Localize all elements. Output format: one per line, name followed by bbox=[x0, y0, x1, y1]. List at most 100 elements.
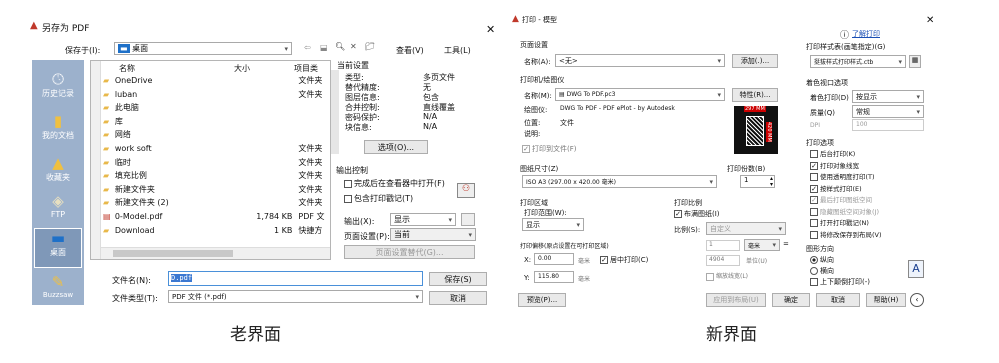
checkbox[interactable]: ✓ bbox=[522, 145, 530, 153]
places-item-documents[interactable]: ▮ 我的文档 bbox=[32, 112, 84, 141]
scale-lineweight-checkbox[interactable]: 缩放线宽(L) bbox=[706, 271, 748, 281]
plot-option-checkbox[interactable]: ✓ 打印对象线宽 bbox=[810, 160, 859, 170]
tools-menu[interactable]: 工具(L) bbox=[444, 45, 471, 56]
checkbox[interactable]: ✓ bbox=[810, 161, 818, 170]
style-table-select[interactable]: 挺拔样式打印样式.ctb ▾ bbox=[810, 55, 906, 68]
radio[interactable] bbox=[810, 267, 818, 275]
plot-option-checkbox[interactable]: ✓ 最后打印图纸空间 bbox=[810, 194, 872, 204]
output-select[interactable]: 显示 ▾ bbox=[390, 213, 456, 226]
dpi-input[interactable]: 100 bbox=[852, 119, 924, 131]
page-setup-override-button[interactable]: 页面设置替代(G)... bbox=[344, 245, 475, 259]
save-button[interactable]: 保存(S) bbox=[429, 272, 487, 286]
y-offset-input[interactable]: 115.80 bbox=[534, 271, 574, 283]
fit-paper-checkbox[interactable]: ✓ 布满图纸(I) bbox=[674, 209, 720, 219]
file-list-scrollbar-bottom[interactable] bbox=[101, 247, 330, 259]
portrait-radio[interactable]: 纵向 bbox=[810, 255, 834, 265]
table-row[interactable]: ▰ 新建文件夹 文件夹 bbox=[103, 183, 330, 196]
places-item-favorites[interactable]: ▲ 收藏夹 bbox=[32, 154, 84, 183]
options-button[interactable]: 选项(O)... bbox=[364, 140, 428, 154]
table-row[interactable]: ▰ Download 1 KB 快捷方 bbox=[103, 224, 330, 237]
places-item-history[interactable]: 🕓︎ 历史记录 bbox=[32, 70, 84, 99]
checkbox[interactable] bbox=[810, 207, 818, 216]
filename-input[interactable]: D.pdf bbox=[168, 271, 423, 286]
back-icon[interactable]: ⇦ bbox=[304, 43, 311, 52]
plot-option-checkbox[interactable]: 打开打印戳记(N) bbox=[810, 217, 869, 227]
filetype-select[interactable]: PDF 文件 (*.pdf) ▾ bbox=[168, 290, 423, 303]
table-row[interactable]: ▰ 填充比例 文件夹 bbox=[103, 169, 330, 182]
col-header-type[interactable]: 项目类 bbox=[294, 63, 318, 74]
new-folder-icon[interactable]: 📁︎ bbox=[365, 42, 375, 51]
checkbox[interactable] bbox=[810, 219, 818, 227]
close-icon[interactable]: ✕ bbox=[926, 15, 934, 26]
unit1-input[interactable]: 1 bbox=[706, 240, 740, 251]
up-folder-icon[interactable]: ⬓ bbox=[320, 43, 328, 52]
table-row[interactable]: ▰ 库 bbox=[103, 115, 330, 128]
collapse-icon[interactable]: ‹ bbox=[910, 293, 924, 307]
quality-select[interactable]: 常规 ▾ bbox=[852, 105, 924, 118]
search-web-icon[interactable]: 🔍︎ bbox=[335, 42, 345, 51]
checkbox[interactable] bbox=[344, 194, 352, 203]
unit2-input[interactable]: 4904 bbox=[706, 255, 740, 266]
plot-range-select[interactable]: 显示 ▾ bbox=[522, 218, 584, 231]
plot-option-checkbox[interactable]: 后台打印(K) bbox=[810, 148, 855, 158]
output-extra-button[interactable] bbox=[461, 213, 475, 226]
scrollbar-thumb[interactable] bbox=[113, 250, 233, 257]
table-row[interactable]: ▰ 新建文件夹 (2) 文件夹 bbox=[103, 196, 330, 209]
cancel-button[interactable]: 取消 bbox=[429, 291, 487, 305]
close-icon[interactable]: ✕ bbox=[486, 23, 495, 36]
printer-name-select[interactable]: ▤ DWG To PDF.pc3 ▾ bbox=[555, 88, 725, 101]
table-row[interactable]: ▤ 0-Model.pdf 1,784 KB PDF 文 bbox=[103, 210, 330, 223]
places-item-buzzsaw[interactable]: ✎ Buzzsaw bbox=[32, 273, 84, 299]
table-row[interactable]: ▰ 临时 文件夹 bbox=[103, 156, 330, 169]
plot-option-checkbox[interactable]: 将修改保存到布局(V) bbox=[810, 229, 882, 239]
table-row[interactable]: ▰ OneDrive 文件夹 bbox=[103, 74, 330, 87]
shade-plot-select[interactable]: 按显示 ▾ bbox=[852, 90, 924, 103]
stepper-arrows-icon[interactable]: ▴ ▾ bbox=[770, 176, 773, 188]
help-button[interactable]: 帮助(H) bbox=[866, 293, 906, 307]
plot-option-checkbox[interactable]: ✓ 按样式打印(E) bbox=[810, 183, 862, 193]
places-item-ftp[interactable]: ◈ FTP bbox=[32, 192, 84, 219]
checkbox[interactable]: ✓ bbox=[600, 256, 608, 264]
checkbox[interactable] bbox=[810, 150, 818, 158]
properties-button[interactable]: 特性(R)... bbox=[732, 88, 778, 102]
cancel-button[interactable]: 取消 bbox=[816, 293, 860, 307]
radio[interactable] bbox=[810, 256, 818, 264]
copies-stepper[interactable]: 1 ▴ ▾ bbox=[740, 175, 775, 188]
delete-icon[interactable]: ✕ bbox=[350, 42, 357, 51]
edit-style-table-button[interactable]: ▦ bbox=[909, 55, 921, 68]
checkbox[interactable]: ✓ bbox=[810, 184, 818, 193]
x-offset-input[interactable]: 0.00 bbox=[534, 253, 574, 265]
plot-option-checkbox[interactable]: 使用透明度打印(T) bbox=[810, 171, 875, 181]
checkbox[interactable] bbox=[810, 230, 818, 239]
unit-select[interactable]: 毫米 ▾ bbox=[744, 239, 780, 251]
page-setup-select[interactable]: 当前 ▾ bbox=[390, 228, 476, 241]
table-row[interactable]: ▰ luban 文件夹 bbox=[103, 88, 330, 101]
plot-option-checkbox[interactable]: 隐藏图纸空间对象(J) bbox=[810, 206, 879, 216]
apply-to-layout-button[interactable]: 应用到布局(U) bbox=[706, 293, 766, 307]
include-stamp-checkbox[interactable]: 包含打印戳记(T) bbox=[344, 193, 413, 204]
table-row[interactable]: ▰ 此电脑 bbox=[103, 101, 330, 114]
upside-down-checkbox[interactable]: 上下颠倒打印(-) bbox=[810, 277, 870, 287]
scale-select[interactable]: 自定义 ▾ bbox=[706, 222, 786, 235]
checkbox[interactable]: ✓ bbox=[674, 210, 682, 218]
file-list[interactable]: 名称 大小 项目类 ▰ OneDrive 文件夹 ▰ luban 文件夹 ▰ 此电脑 ▰ 库 ▰ 网络… bbox=[90, 60, 331, 260]
col-header-name[interactable]: 名称 bbox=[119, 63, 135, 74]
checkbox[interactable] bbox=[706, 272, 714, 281]
checkbox[interactable] bbox=[810, 173, 818, 181]
page-setup-name-select[interactable]: <无> ▾ bbox=[555, 54, 725, 67]
settings-scrollbar[interactable] bbox=[331, 70, 339, 154]
view-menu[interactable]: 查看(V) bbox=[396, 45, 424, 56]
open-in-viewer-checkbox[interactable]: 完成后在查看器中打开(F) bbox=[344, 178, 445, 189]
checkbox[interactable]: ✓ bbox=[810, 196, 818, 204]
save-in-select[interactable]: ▬ 桌面 ▾ bbox=[114, 42, 292, 55]
ok-button[interactable]: 确定 bbox=[772, 293, 810, 307]
table-row[interactable]: ▰ work soft 文件夹 bbox=[103, 142, 330, 155]
landscape-radio[interactable]: 横向 bbox=[810, 266, 834, 276]
file-list-scrollbar-left[interactable] bbox=[91, 61, 101, 259]
col-header-size[interactable]: 大小 bbox=[234, 63, 250, 74]
add-button[interactable]: 添加(.)... bbox=[732, 54, 778, 68]
stamp-settings-button[interactable]: ⚇ bbox=[457, 183, 475, 198]
checkbox[interactable] bbox=[344, 179, 352, 188]
checkbox[interactable] bbox=[810, 278, 818, 286]
paper-size-select[interactable]: ISO A3 (297.00 x 420.00 毫米) ▾ bbox=[522, 175, 717, 188]
